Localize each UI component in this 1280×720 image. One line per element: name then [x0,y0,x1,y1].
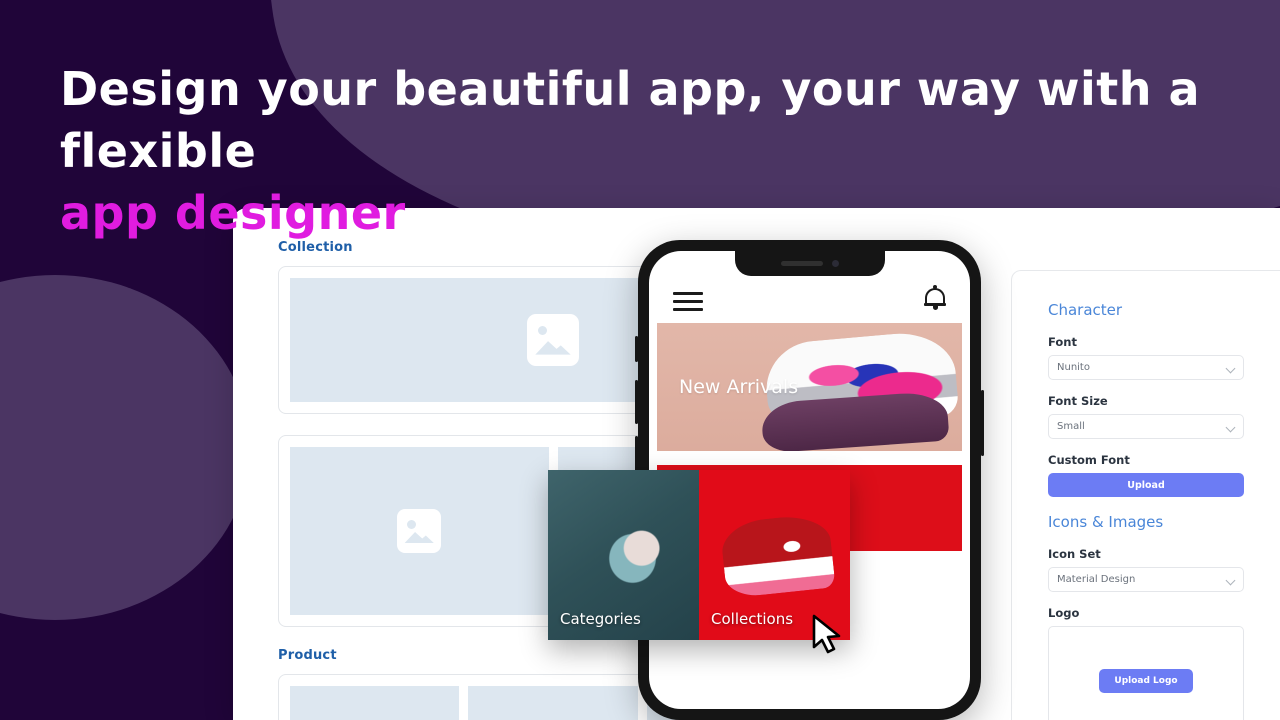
settings-heading-character: Character [1048,301,1123,319]
tile-label: Collections [711,610,794,628]
logo-dropzone[interactable]: Upload Logo [1048,626,1244,720]
phone-camera [831,260,839,267]
app-hero-banner[interactable]: New Arrivals [657,323,962,451]
tile-label: Categories [560,610,641,628]
drag-preview-card[interactable]: Categories Collections [548,470,850,640]
chevron-down-icon [1225,422,1236,432]
hamburger-line [673,308,703,311]
settings-panel: Character Font Nunito Font Size Small Cu… [1011,270,1280,720]
bell-icon[interactable] [924,285,946,311]
phone-notch [734,251,885,276]
image-placeholder[interactable] [468,686,638,720]
mouse-pointer-icon [812,614,841,654]
font-size-select-value: Small [1057,421,1085,432]
bell-clapper [932,306,938,310]
phone-button-power [981,390,984,456]
hamburger-line [673,292,703,295]
app-designer-panel: Collection Product Character Font Nunito… [233,208,1280,720]
font-select-value: Nunito [1057,362,1090,373]
font-select[interactable]: Nunito [1048,355,1244,380]
headline-line-2: app designer [60,186,406,240]
icon-set-select-value: Material Design [1057,574,1136,585]
font-size-select[interactable]: Small [1048,414,1244,439]
headline-line-1: Design your beautiful app, your way with… [60,62,1201,178]
upload-font-button[interactable]: Upload [1048,473,1244,497]
settings-heading-icons-images: Icons & Images [1048,513,1164,531]
image-placeholder-icon [397,509,442,553]
field-label-logo: Logo [1048,606,1080,620]
upload-logo-button[interactable]: Upload Logo [1099,669,1193,693]
field-label-font-size: Font Size [1048,394,1108,408]
hero-headline: Design your beautiful app, your way with… [60,58,1260,244]
background-blob-left [0,275,250,620]
phone-speaker [780,261,823,266]
image-placeholder[interactable] [290,686,460,720]
sneaker-image-red [719,512,836,598]
hamburger-line [673,300,703,303]
image-placeholder-icon [527,314,579,366]
image-placeholder[interactable] [290,447,549,615]
phone-button-volume-up [635,380,638,424]
hamburger-menu-icon[interactable] [673,292,703,311]
chevron-down-icon [1225,575,1236,585]
chevron-down-icon [1225,363,1236,373]
banner-title: New Arrivals [679,376,799,398]
field-label-icon-set: Icon Set [1048,547,1101,561]
field-label-custom-font: Custom Font [1048,453,1130,467]
field-label-font: Font [1048,335,1077,349]
icon-set-select[interactable]: Material Design [1048,567,1244,592]
tile-categories[interactable]: Categories [548,470,699,640]
phone-button-silent [635,336,638,362]
